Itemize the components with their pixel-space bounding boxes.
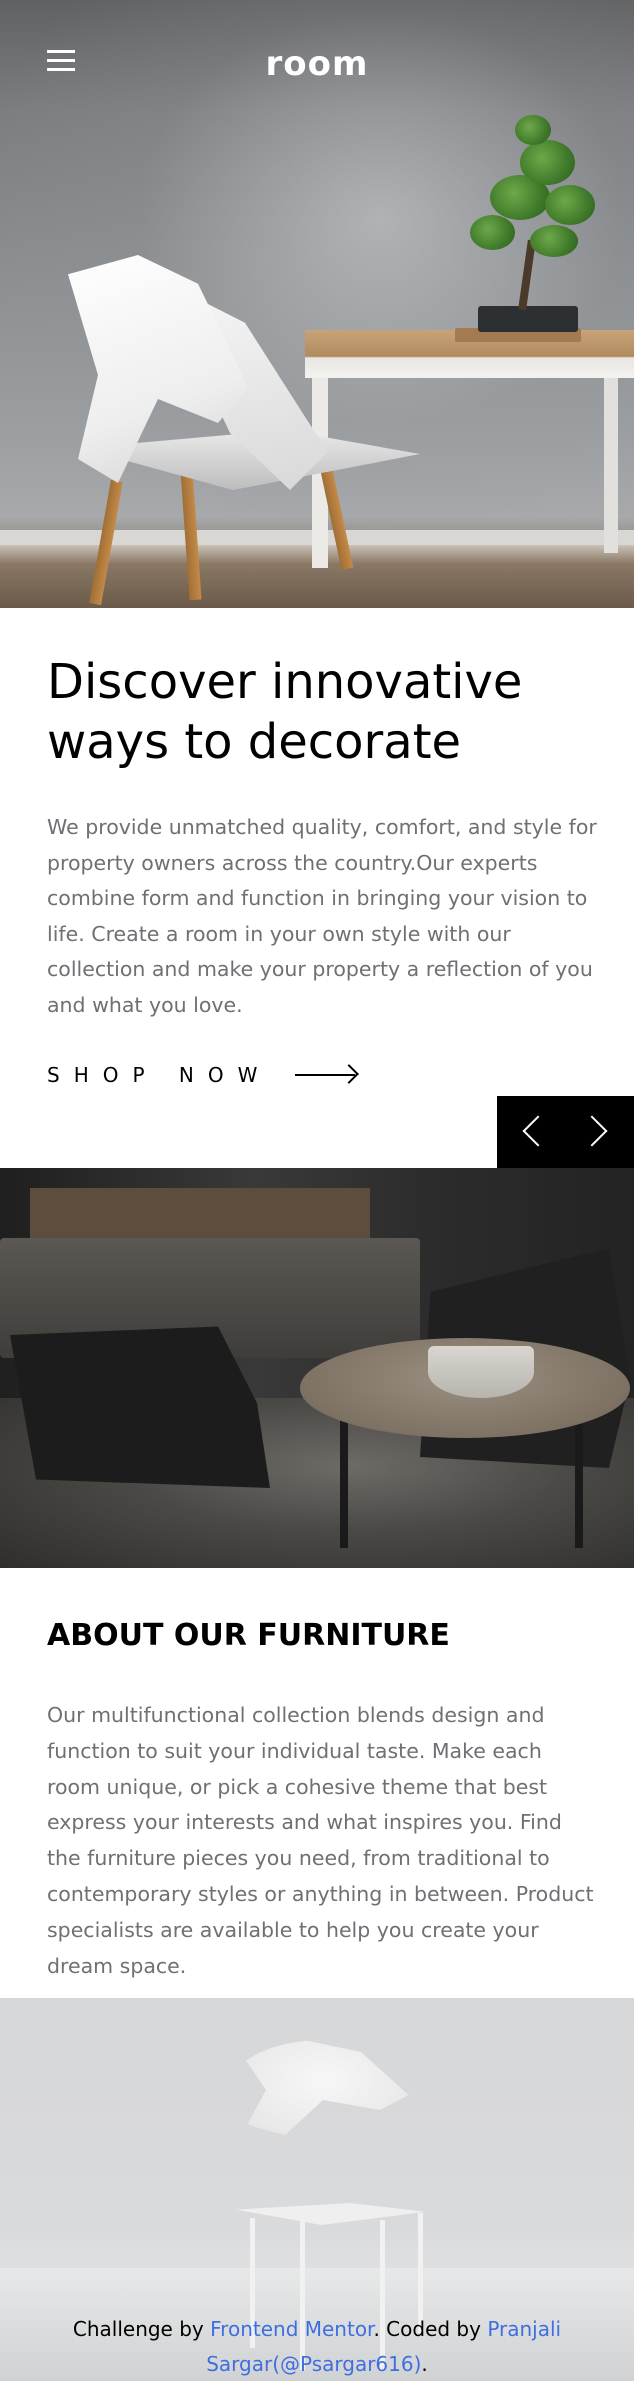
table-leg [604,378,618,553]
site-logo[interactable]: room [0,44,634,84]
hero-title: Discover innovative ways to decorate [47,654,523,770]
chair-back [237,2040,409,2135]
plant-foliage [470,215,515,250]
arrow-right-icon [295,1064,360,1084]
shop-now-link[interactable]: SHOP NOW [47,1063,360,1087]
about-title: ABOUT OUR FURNITURE [47,1618,450,1653]
bowl [428,1346,534,1398]
dark-furniture-image [0,1168,634,1568]
slider-controls [497,1096,634,1168]
slider-next-button[interactable] [565,1096,633,1168]
shop-now-label: SHOP NOW [47,1063,272,1087]
hero-content: Discover innovative ways to decorate We … [0,608,634,1168]
frontend-mentor-link[interactable]: Frontend Mentor [210,2317,373,2341]
hero-description: We provide unmatched quality, comfort, a… [47,815,597,1017]
about-description: Our multifunctional collection blends de… [47,1703,594,1978]
plant-foliage [530,225,578,257]
slider-prev-button[interactable] [497,1096,565,1168]
attribution: Challenge by Frontend Mentor. Coded by P… [72,2317,562,2376]
plant-pot [478,306,578,332]
chair-seat [236,2203,426,2225]
plant-foliage [520,140,575,185]
plant-foliage [545,185,595,225]
top-navigation: room [0,0,634,130]
chevron-left-icon [522,1115,554,1147]
hero-image: room [0,0,634,608]
chevron-right-icon [576,1115,608,1147]
about-section: ABOUT OUR FURNITURE Our multifunctional … [0,1568,634,1998]
